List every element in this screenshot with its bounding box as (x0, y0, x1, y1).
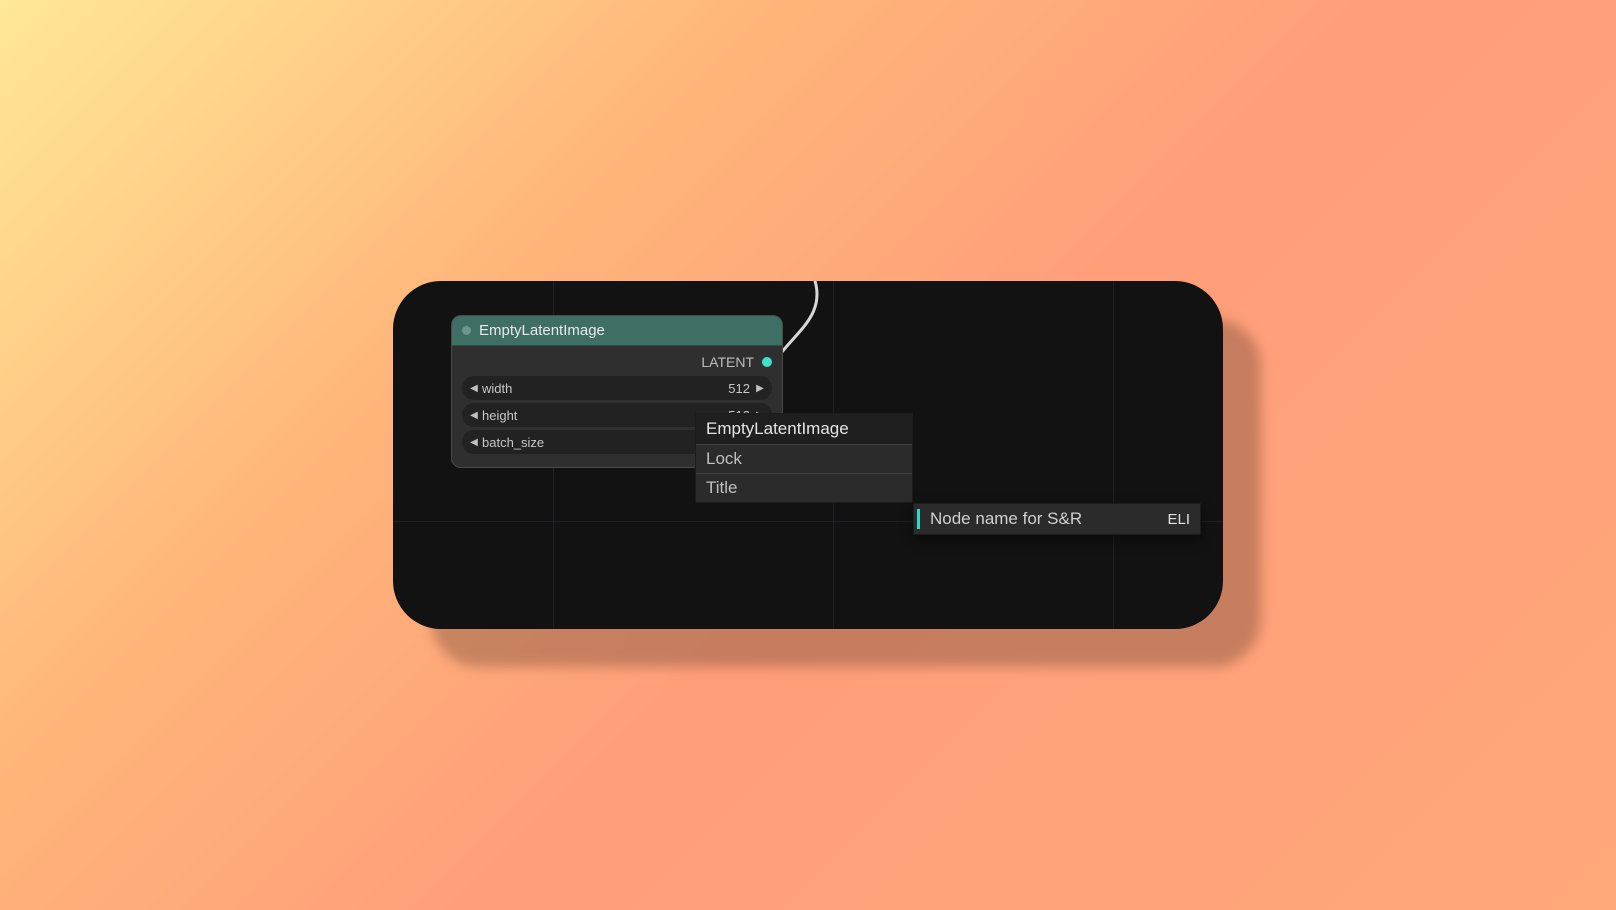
output-label: LATENT (701, 354, 754, 370)
editor-canvas[interactable]: EmptyLatentImage LATENT ◀ width 512 ▶ ◀ … (393, 281, 1223, 629)
widget-value: 512 (728, 381, 754, 396)
menu-item-lock[interactable]: Lock (696, 444, 912, 473)
triangle-left-icon[interactable]: ◀ (468, 410, 480, 421)
node-title-text: EmptyLatentImage (479, 322, 605, 339)
menu-item-title[interactable]: Title (696, 473, 912, 502)
node-titlebar[interactable]: EmptyLatentImage (452, 316, 782, 346)
context-menu-title: EmptyLatentImage (696, 414, 912, 444)
output-latent[interactable]: LATENT (462, 352, 772, 376)
output-port-icon[interactable] (762, 357, 772, 367)
submenu-node-name[interactable]: Node name for S&R ELI (913, 503, 1201, 535)
triangle-left-icon[interactable]: ◀ (468, 383, 480, 394)
triangle-left-icon[interactable]: ◀ (468, 437, 480, 448)
widget-label: width (480, 381, 728, 396)
submenu-value: ELI (1167, 511, 1190, 528)
collapse-dot-icon[interactable] (462, 326, 471, 335)
triangle-right-icon[interactable]: ▶ (754, 383, 766, 394)
widget-width[interactable]: ◀ width 512 ▶ (462, 376, 772, 400)
context-menu[interactable]: EmptyLatentImage Inputs Outputs Properti… (695, 413, 913, 503)
connection-wire (773, 281, 863, 375)
widget-label: height (480, 408, 728, 423)
submenu-label: Node name for S&R (924, 509, 1167, 529)
